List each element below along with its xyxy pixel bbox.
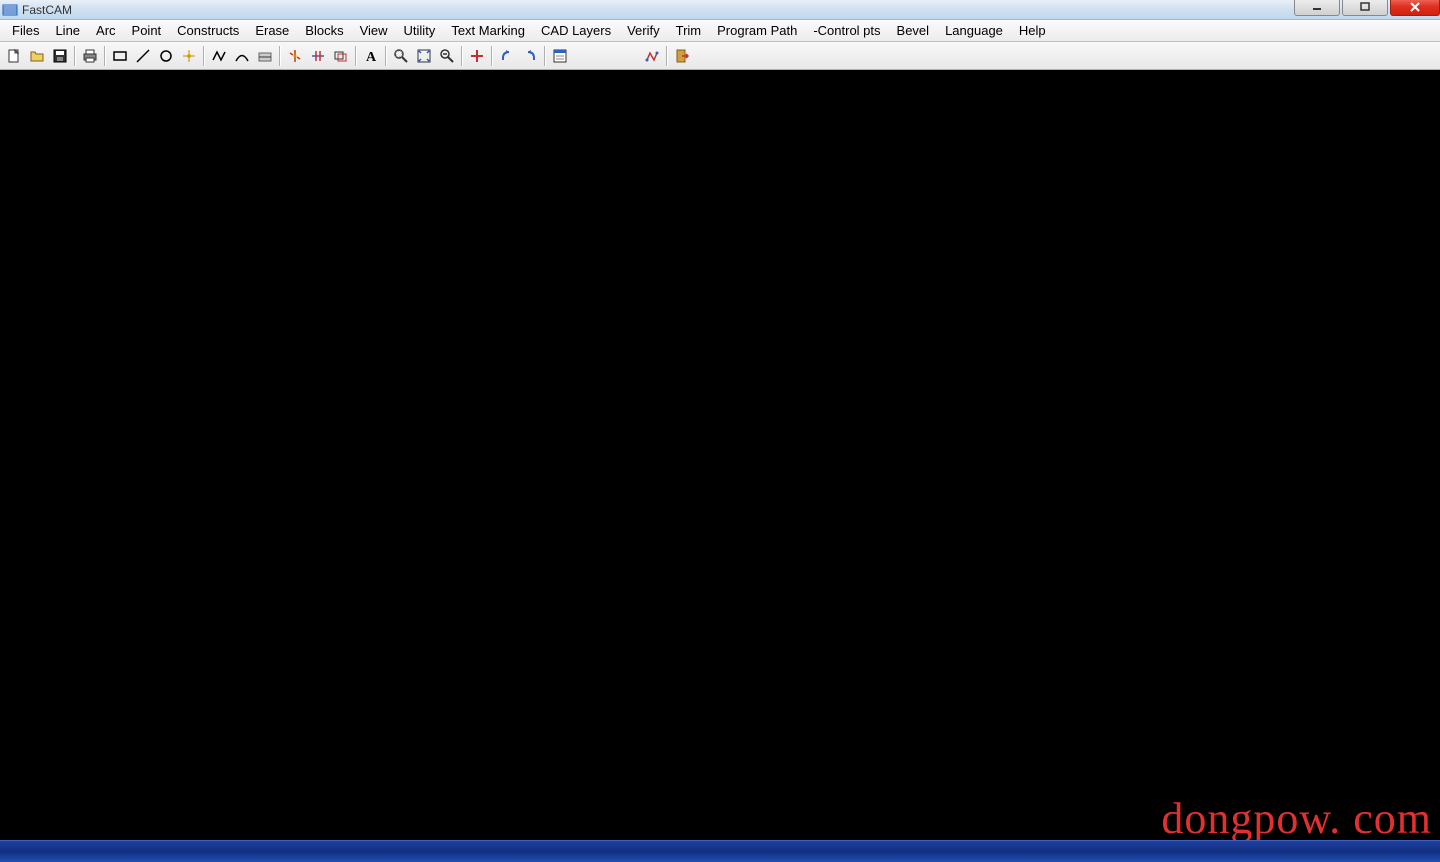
toolbar-separator xyxy=(203,46,205,66)
svg-text:A: A xyxy=(366,50,377,64)
zoom-window-icon[interactable] xyxy=(390,45,412,67)
menu-blocks[interactable]: Blocks xyxy=(297,21,351,40)
menu-utility[interactable]: Utility xyxy=(396,21,444,40)
menu-view[interactable]: View xyxy=(352,21,396,40)
statusbar xyxy=(0,840,1440,862)
menu-help[interactable]: Help xyxy=(1011,21,1054,40)
toolbar-separator xyxy=(104,46,106,66)
undo-icon[interactable] xyxy=(496,45,518,67)
menubar: Files Line Arc Point Constructs Erase Bl… xyxy=(0,20,1440,42)
toolbar-separator xyxy=(666,46,668,66)
menu-constructs[interactable]: Constructs xyxy=(169,21,247,40)
point-icon[interactable] xyxy=(178,45,200,67)
new-icon[interactable] xyxy=(3,45,25,67)
text-icon[interactable]: A xyxy=(360,45,382,67)
toolbar-separator xyxy=(74,46,76,66)
menu-line[interactable]: Line xyxy=(47,21,88,40)
zoom-extents-icon[interactable] xyxy=(413,45,435,67)
maximize-button[interactable] xyxy=(1342,0,1388,16)
menu-verify[interactable]: Verify xyxy=(619,21,668,40)
polyline-icon[interactable] xyxy=(208,45,230,67)
minimize-button[interactable] xyxy=(1294,0,1340,16)
redo-icon[interactable] xyxy=(519,45,541,67)
explode-icon[interactable] xyxy=(284,45,306,67)
arc-icon[interactable] xyxy=(231,45,253,67)
fillet-icon[interactable] xyxy=(254,45,276,67)
crosshair-icon[interactable] xyxy=(466,45,488,67)
properties-icon[interactable] xyxy=(549,45,571,67)
window-controls xyxy=(1294,0,1440,16)
close-button[interactable] xyxy=(1390,0,1440,16)
menu-arc[interactable]: Arc xyxy=(88,21,124,40)
toolbar-separator xyxy=(491,46,493,66)
toolbar: A xyxy=(0,42,1440,70)
open-icon[interactable] xyxy=(26,45,48,67)
rectangle-icon[interactable] xyxy=(109,45,131,67)
toolbar-separator xyxy=(461,46,463,66)
menu-language[interactable]: Language xyxy=(937,21,1011,40)
titlebar: FastCAM xyxy=(0,0,1440,20)
menu-trim[interactable]: Trim xyxy=(668,21,710,40)
menu-program-path[interactable]: Program Path xyxy=(709,21,805,40)
menu-bevel[interactable]: Bevel xyxy=(889,21,938,40)
menu-files[interactable]: Files xyxy=(4,21,47,40)
line-icon[interactable] xyxy=(132,45,154,67)
offset-icon[interactable] xyxy=(330,45,352,67)
app-icon xyxy=(2,2,18,18)
print-icon[interactable] xyxy=(79,45,101,67)
circle-icon[interactable] xyxy=(155,45,177,67)
menu-erase[interactable]: Erase xyxy=(247,21,297,40)
app-title: FastCAM xyxy=(22,3,72,17)
toolbar-separator xyxy=(355,46,357,66)
toolbar-separator xyxy=(279,46,281,66)
toolbar-separator xyxy=(385,46,387,66)
path-icon[interactable] xyxy=(641,45,663,67)
exit-icon[interactable] xyxy=(671,45,693,67)
menu-point[interactable]: Point xyxy=(124,21,170,40)
menu-control-pts[interactable]: -Control pts xyxy=(805,21,888,40)
save-icon[interactable] xyxy=(49,45,71,67)
toolbar-separator xyxy=(544,46,546,66)
drawing-canvas[interactable] xyxy=(4,70,1436,838)
menu-text-marking[interactable]: Text Marking xyxy=(443,21,533,40)
menu-cad-layers[interactable]: CAD Layers xyxy=(533,21,619,40)
trim-icon[interactable] xyxy=(307,45,329,67)
zoom-out-icon[interactable] xyxy=(436,45,458,67)
